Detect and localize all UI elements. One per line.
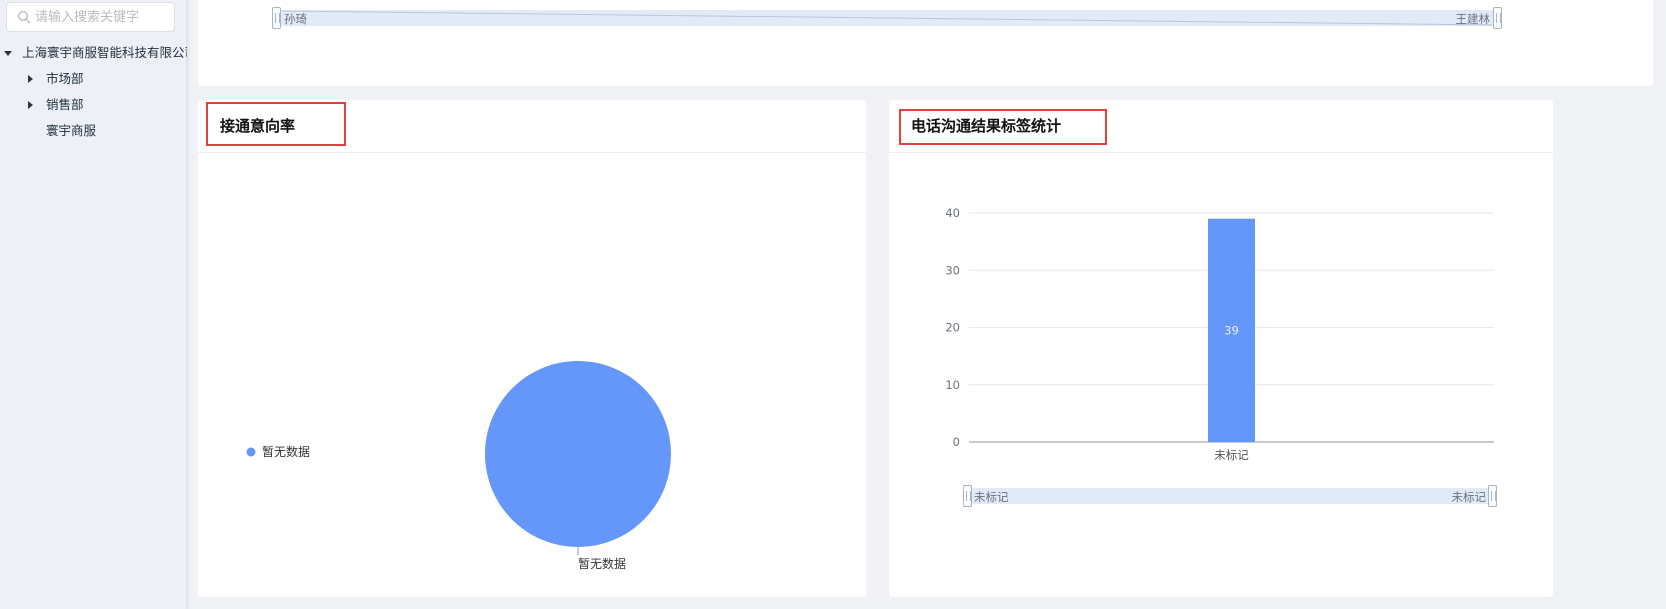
intent-rate-card: 接通意向率 暂无数据 暂无数据 (198, 100, 866, 597)
slider-end-label: 王建林 (1455, 12, 1491, 26)
caret-down-icon[interactable] (4, 51, 12, 56)
search-input[interactable] (35, 3, 171, 31)
slider-start-label: 孙琦 (284, 12, 307, 26)
tree-node-sales[interactable]: 销售部 (0, 92, 187, 118)
top-datazoom-slider[interactable]: 孙琦 王建林 (272, 7, 1502, 29)
caret-right-icon[interactable] (28, 101, 33, 109)
top-chart-card: 孙琦 王建林 (198, 0, 1653, 86)
y-tick-label: 40 (945, 206, 960, 220)
call-tag-stats-card: 电话沟通结果标签统计 0 10 20 30 40 39 未标记 未标记 未标记 (889, 100, 1553, 597)
slider-end-label: 未标记 (1451, 490, 1487, 504)
tree-node-label: 寰宇商服 (46, 123, 97, 138)
tree-node-label: 销售部 (46, 97, 84, 112)
search-icon (17, 10, 31, 24)
slider-handle-end[interactable] (1488, 485, 1497, 507)
x-tick-label: 未标记 (1214, 448, 1249, 462)
tree-node-label: 市场部 (46, 71, 84, 86)
tag-datazoom-slider[interactable]: 未标记 未标记 (963, 485, 1497, 507)
tree-node-huanyu[interactable]: 寰宇商服 (0, 118, 187, 144)
tree-node-label: 上海寰宇商服智能科技有限公司 (22, 45, 187, 60)
pie-slice-label: 暂无数据 (578, 556, 626, 571)
bar-data-label: 39 (1224, 323, 1239, 337)
y-tick-label: 10 (945, 378, 960, 392)
title-highlight-box (206, 102, 346, 146)
org-tree: 上海寰宇商服智能科技有限公司 市场部 销售部 寰宇商服 (0, 40, 187, 144)
y-tick-label: 20 (945, 321, 960, 335)
slider-handle-start[interactable] (272, 7, 281, 29)
intent-pie-chart: 暂无数据 暂无数据 (246, 361, 671, 571)
pie-slice (485, 361, 671, 547)
slider-shadow-line (281, 10, 1493, 26)
slider-handle-end[interactable] (1493, 7, 1502, 29)
tree-node-company[interactable]: 上海寰宇商服智能科技有限公司 (0, 40, 187, 66)
caret-right-icon[interactable] (28, 75, 33, 83)
legend-label: 暂无数据 (262, 444, 310, 459)
search-box[interactable] (6, 2, 175, 32)
title-highlight-box (899, 109, 1107, 145)
sidebar: 上海寰宇商服智能科技有限公司 市场部 销售部 寰宇商服 (0, 0, 187, 609)
slider-handle-start[interactable] (963, 485, 972, 507)
y-tick-label: 0 (953, 435, 960, 449)
tree-node-marketing[interactable]: 市场部 (0, 66, 187, 92)
tag-bar-chart: 0 10 20 30 40 39 未标记 (945, 206, 1494, 462)
y-tick-label: 30 (945, 263, 960, 277)
legend-marker (246, 447, 256, 457)
slider-start-label: 未标记 (974, 490, 1009, 504)
